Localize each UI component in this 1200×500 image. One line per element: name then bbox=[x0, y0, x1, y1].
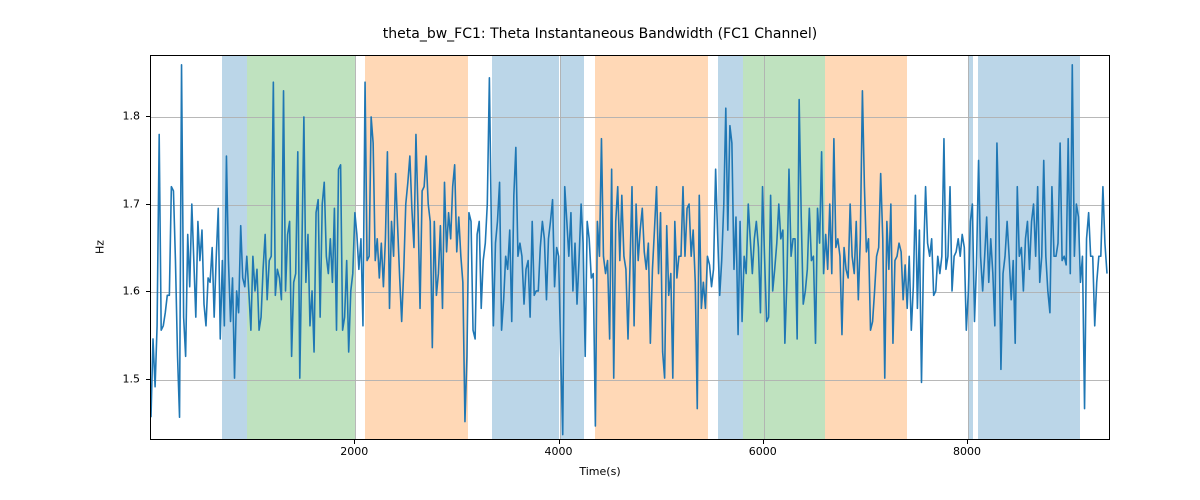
x-tick-mark bbox=[967, 440, 968, 444]
x-tick-label: 8000 bbox=[953, 445, 981, 458]
x-axis-label: Time(s) bbox=[0, 465, 1200, 478]
y-tick-mark bbox=[146, 204, 150, 205]
x-tick-mark bbox=[763, 440, 764, 444]
y-tick-label: 1.6 bbox=[123, 285, 141, 298]
y-tick-mark bbox=[146, 116, 150, 117]
y-tick-mark bbox=[146, 291, 150, 292]
y-axis-label: Hz bbox=[94, 240, 107, 254]
chart-axes bbox=[150, 55, 1110, 440]
line-svg bbox=[151, 56, 1109, 439]
y-tick-label: 1.8 bbox=[123, 110, 141, 123]
y-tick-mark bbox=[146, 379, 150, 380]
y-tick-label: 1.5 bbox=[123, 372, 141, 385]
chart-title: theta_bw_FC1: Theta Instantaneous Bandwi… bbox=[0, 26, 1200, 42]
x-tick-label: 4000 bbox=[545, 445, 573, 458]
chart-figure: theta_bw_FC1: Theta Instantaneous Bandwi… bbox=[0, 0, 1200, 500]
data-line bbox=[151, 65, 1107, 435]
y-tick-label: 1.7 bbox=[123, 197, 141, 210]
x-tick-mark bbox=[559, 440, 560, 444]
x-tick-mark bbox=[354, 440, 355, 444]
x-tick-label: 2000 bbox=[340, 445, 368, 458]
x-tick-label: 6000 bbox=[749, 445, 777, 458]
